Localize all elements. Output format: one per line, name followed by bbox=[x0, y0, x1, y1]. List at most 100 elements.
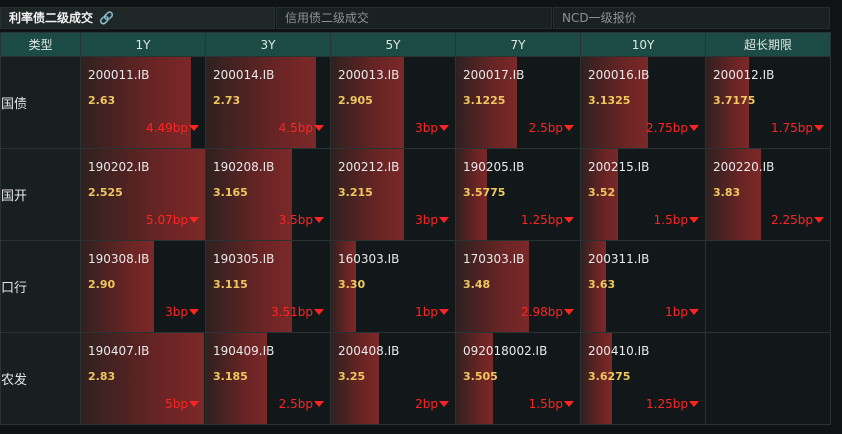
header-5y[interactable]: 5Y bbox=[330, 32, 456, 57]
yield-change: 2.75bp bbox=[646, 121, 699, 135]
change-value: 3bp bbox=[415, 213, 438, 227]
bond-code: 200013.IB bbox=[338, 68, 400, 82]
triangle-down-icon bbox=[439, 401, 449, 407]
change-value: 2.98bp bbox=[521, 305, 563, 319]
triangle-down-icon bbox=[564, 401, 574, 407]
triangle-down-icon bbox=[564, 217, 574, 223]
bond-yield: 3.48 bbox=[463, 278, 491, 291]
bond-cell[interactable]: 200014.IB 2.73 4.5bp bbox=[205, 56, 331, 149]
bond-cell[interactable]: 190407.IB 2.83 5bp bbox=[80, 332, 206, 425]
triangle-down-icon bbox=[189, 309, 199, 315]
row-type-label: 农发 bbox=[0, 332, 81, 425]
tab-rate-bond-secondary[interactable]: 利率债二级成交 🔗 bbox=[0, 7, 275, 29]
bond-yield: 3.52 bbox=[588, 186, 616, 199]
bond-cell[interactable]: 190208.IB 3.165 3.5bp bbox=[205, 148, 331, 241]
change-value: 3bp bbox=[165, 305, 188, 319]
bond-cell[interactable]: 190305.IB 3.115 3.51bp bbox=[205, 240, 331, 333]
triangle-down-icon bbox=[564, 125, 574, 131]
triangle-down-icon bbox=[189, 401, 199, 407]
bond-cell[interactable]: 200011.IB 2.63 4.49bp bbox=[80, 56, 206, 149]
yield-change: 1.5bp bbox=[654, 213, 699, 227]
bond-yield: 2.73 bbox=[213, 94, 241, 107]
bond-cell[interactable]: 200408.IB 3.25 2bp bbox=[330, 332, 456, 425]
bond-cell[interactable]: 200215.IB 3.52 1.5bp bbox=[580, 148, 706, 241]
table-row: 国债 200011.IB 2.63 4.49bp 200014.IB 2.73 4.5bp 2… bbox=[0, 56, 831, 149]
header-10y[interactable]: 10Y bbox=[580, 32, 706, 57]
bond-cell[interactable]: 200012.IB 3.7175 1.75bp bbox=[705, 56, 831, 149]
tab-label: 利率债二级成交 bbox=[9, 11, 94, 25]
change-value: 1.25bp bbox=[646, 397, 688, 411]
bond-yield: 3.6275 bbox=[588, 370, 631, 383]
triangle-down-icon bbox=[189, 217, 199, 223]
change-value: 5bp bbox=[165, 397, 188, 411]
bond-cell[interactable]: 200410.IB 3.6275 1.25bp bbox=[580, 332, 706, 425]
bond-cell[interactable]: 160303.IB 3.30 1bp bbox=[330, 240, 456, 333]
bond-cell[interactable]: 190308.IB 2.90 3bp bbox=[80, 240, 206, 333]
triangle-down-icon bbox=[189, 125, 199, 131]
bond-code: 190308.IB bbox=[88, 252, 150, 266]
yield-change: 3bp bbox=[415, 213, 449, 227]
bond-yield: 3.30 bbox=[338, 278, 366, 291]
header-1y[interactable]: 1Y bbox=[80, 32, 206, 57]
bond-cell[interactable]: 200212.IB 3.215 3bp bbox=[330, 148, 456, 241]
table-row: 口行 190308.IB 2.90 3bp 190305.IB 3.115 3.51bp 16… bbox=[0, 240, 831, 333]
triangle-down-icon bbox=[689, 309, 699, 315]
table-row: 农发 190407.IB 2.83 5bp 190409.IB 3.185 2.5bp 200… bbox=[0, 332, 831, 425]
change-value: 3bp bbox=[415, 121, 438, 135]
bond-code: 190205.IB bbox=[463, 160, 525, 174]
empty-cell bbox=[705, 240, 831, 333]
change-value: 2bp bbox=[415, 397, 438, 411]
bond-cell[interactable]: 170303.IB 3.48 2.98bp bbox=[455, 240, 581, 333]
tab-credit-bond-secondary[interactable]: 信用债二级成交 bbox=[276, 7, 552, 29]
bond-code: 200212.IB bbox=[338, 160, 400, 174]
link-icon[interactable]: 🔗 bbox=[99, 8, 114, 28]
bond-code: 160303.IB bbox=[338, 252, 400, 266]
bond-grid: 类型 1Y 3Y 5Y 7Y 10Y 超长期限 国债 200011.IB 2.63 4… bbox=[0, 32, 831, 425]
bond-yield: 2.90 bbox=[88, 278, 116, 291]
yield-change: 4.49bp bbox=[146, 121, 199, 135]
bond-yield: 3.83 bbox=[713, 186, 741, 199]
yield-change: 1bp bbox=[665, 305, 699, 319]
yield-change: 1.25bp bbox=[646, 397, 699, 411]
bond-cell[interactable]: 190205.IB 3.5775 1.25bp bbox=[455, 148, 581, 241]
bond-cell[interactable]: 190409.IB 3.185 2.5bp bbox=[205, 332, 331, 425]
bond-yield: 3.5775 bbox=[463, 186, 506, 199]
bond-code: 200410.IB bbox=[588, 344, 650, 358]
bond-yield: 3.1325 bbox=[588, 94, 631, 107]
bond-code: 200017.IB bbox=[463, 68, 525, 82]
yield-change: 1.75bp bbox=[771, 121, 824, 135]
bond-yield: 2.63 bbox=[88, 94, 116, 107]
bond-cell[interactable]: 092018002.IB 3.505 1.5bp bbox=[455, 332, 581, 425]
yield-change: 2.98bp bbox=[521, 305, 574, 319]
header-7y[interactable]: 7Y bbox=[455, 32, 581, 57]
change-value: 1bp bbox=[415, 305, 438, 319]
bond-yield: 3.215 bbox=[338, 186, 373, 199]
bond-cell[interactable]: 200016.IB 3.1325 2.75bp bbox=[580, 56, 706, 149]
row-type-label: 国债 bbox=[0, 56, 81, 149]
bond-cell[interactable]: 200311.IB 3.63 1bp bbox=[580, 240, 706, 333]
change-value: 1.25bp bbox=[521, 213, 563, 227]
bond-yield: 3.185 bbox=[213, 370, 248, 383]
triangle-down-icon bbox=[814, 217, 824, 223]
change-value: 1.75bp bbox=[771, 121, 813, 135]
change-value: 2.5bp bbox=[528, 121, 563, 135]
table-row: 国开 190202.IB 2.525 5.07bp 190208.IB 3.165 3.5b… bbox=[0, 148, 831, 241]
change-value: 1bp bbox=[665, 305, 688, 319]
tab-ncd-primary-quote[interactable]: NCD一级报价 bbox=[553, 7, 830, 29]
bond-yield: 3.25 bbox=[338, 370, 366, 383]
yield-change: 3bp bbox=[415, 121, 449, 135]
header-3y[interactable]: 3Y bbox=[205, 32, 331, 57]
header-ultra-long[interactable]: 超长期限 bbox=[705, 32, 831, 57]
bond-cell[interactable]: 200017.IB 3.1225 2.5bp bbox=[455, 56, 581, 149]
bond-code: 190305.IB bbox=[213, 252, 275, 266]
bond-code: 200408.IB bbox=[338, 344, 400, 358]
triangle-down-icon bbox=[314, 217, 324, 223]
bond-cell[interactable]: 190202.IB 2.525 5.07bp bbox=[80, 148, 206, 241]
bond-cell[interactable]: 200220.IB 3.83 2.25bp bbox=[705, 148, 831, 241]
bond-cell[interactable]: 200013.IB 2.905 3bp bbox=[330, 56, 456, 149]
grid-header-row: 类型 1Y 3Y 5Y 7Y 10Y 超长期限 bbox=[0, 32, 831, 57]
header-type[interactable]: 类型 bbox=[0, 32, 81, 57]
bond-code: 190202.IB bbox=[88, 160, 150, 174]
change-value: 3.5bp bbox=[278, 213, 313, 227]
bond-code: 170303.IB bbox=[463, 252, 525, 266]
